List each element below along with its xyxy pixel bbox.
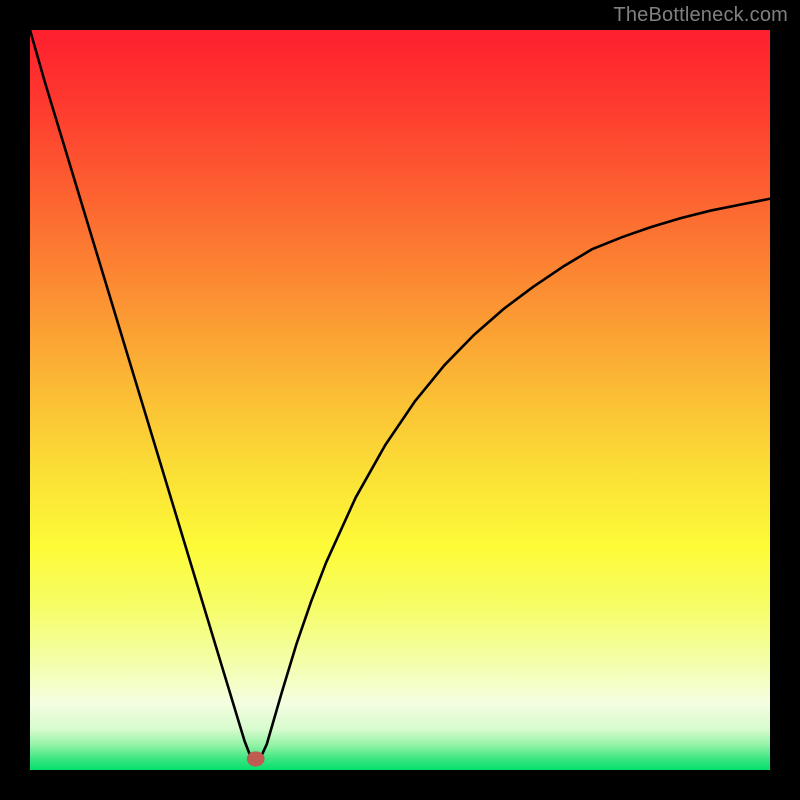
chart-svg [30, 30, 770, 770]
minimum-marker [247, 751, 265, 766]
chart-frame: TheBottleneck.com [0, 0, 800, 800]
plot-area [30, 30, 770, 770]
watermark-text: TheBottleneck.com [613, 4, 788, 27]
